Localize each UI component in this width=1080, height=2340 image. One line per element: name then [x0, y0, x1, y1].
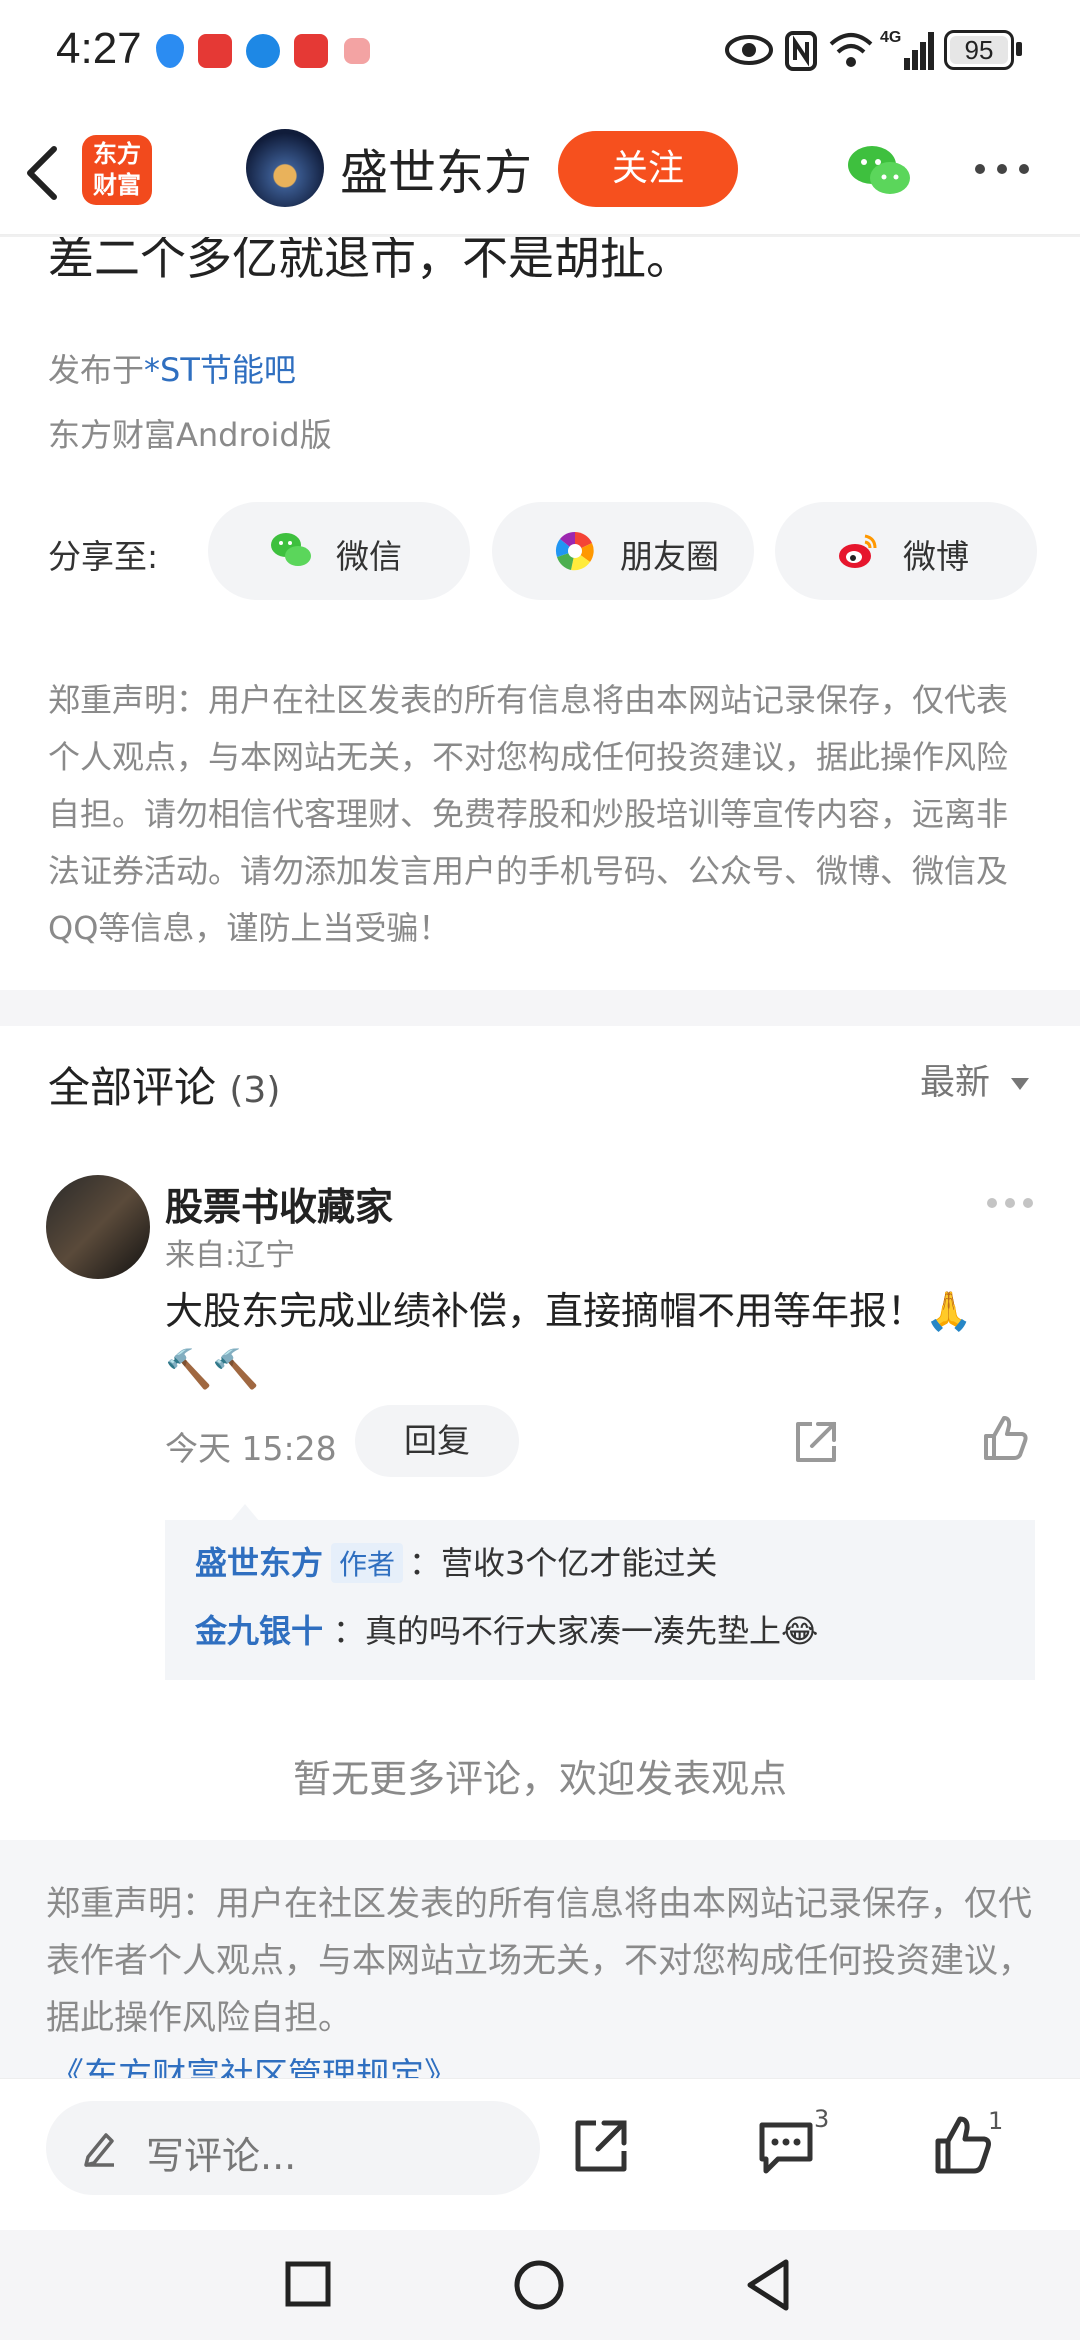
share-wechat-label: 微信: [336, 537, 402, 576]
disclaimer-bottom: 郑重声明：用户在社区发表的所有信息将由本网站记录保存，仅代表作者个人观点，与本网…: [46, 1884, 1032, 2038]
svg-text:4G: 4G: [880, 29, 901, 46]
reply-button[interactable]: 回复: [355, 1405, 519, 1477]
sub-reply[interactable]: 盛世东方 作者 ：营收3个亿才能过关: [195, 1538, 717, 1584]
follow-button[interactable]: 关注: [558, 131, 738, 207]
share-icon[interactable]: [572, 2117, 630, 2175]
comment-count-badge: 3: [814, 2105, 830, 2133]
weibo-icon: [839, 534, 877, 568]
logo-line1: 东方: [93, 140, 141, 168]
logo-line2: 财富: [93, 171, 141, 199]
share-moments-label: 朋友圈: [620, 537, 719, 576]
post-board-link[interactable]: *ST节能吧: [144, 351, 296, 389]
shield-app-icon: [156, 34, 184, 68]
author-name[interactable]: 盛世东方: [340, 133, 532, 203]
moments-icon: [555, 531, 594, 571]
published-prefix: 发布于: [48, 351, 145, 389]
nfc-icon: [785, 31, 817, 71]
bottom-action-bar: 写评论... 3 1: [0, 2078, 1080, 2230]
more-options-icon[interactable]: [972, 161, 1032, 177]
section-divider: [0, 990, 1080, 1026]
battery-level: 95: [964, 35, 994, 65]
share-weibo-label: 微博: [903, 537, 969, 576]
sort-dropdown[interactable]: 最新: [920, 1054, 1031, 1105]
comment-input[interactable]: 写评论...: [46, 2101, 540, 2195]
share-wechat-button[interactable]: 微信: [208, 502, 470, 600]
disclaimer-top: 郑重声明：用户在社区发表的所有信息将由本网站记录保存，仅代表个人观点，与本网站无…: [48, 681, 1009, 947]
back-icon[interactable]: [744, 2258, 794, 2312]
commenter-name[interactable]: 股票书收藏家: [165, 1176, 393, 1231]
wechat-share-icon[interactable]: [846, 143, 912, 199]
wechat-icon: [271, 533, 311, 566]
comment-like-icon[interactable]: [980, 1414, 1030, 1464]
commenter-avatar[interactable]: [46, 1175, 150, 1279]
like-count-badge: 1: [988, 2107, 1004, 2135]
wifi-icon: [829, 33, 873, 67]
back-arrow-icon[interactable]: [22, 145, 62, 201]
comments-count: (3): [229, 1070, 281, 1111]
like-icon[interactable]: [932, 2115, 994, 2177]
header-divider: [0, 235, 1080, 237]
pencil-icon: [84, 2133, 114, 2167]
eye-icon: [725, 35, 773, 65]
share-moments-button[interactable]: 朋友圈: [492, 502, 754, 600]
replies-box: 盛世东方 作者 ：营收3个亿才能过关 金九银十 ：真的吗不行大家凑一凑先垫上😂: [165, 1520, 1035, 1680]
sort-label: 最新: [920, 1063, 991, 1103]
comment-more-icon[interactable]: [986, 1196, 1034, 1210]
comments-title: 全部评论 (3): [48, 1054, 280, 1115]
author-tag: 作者: [331, 1543, 404, 1583]
sub-reply-name[interactable]: 盛世东方: [195, 1544, 323, 1582]
commenter-location: 来自:辽宁: [165, 1238, 296, 1273]
recents-icon[interactable]: [284, 2260, 332, 2308]
share-label: 分享至:: [48, 537, 159, 576]
browser-app-icon: [246, 34, 280, 68]
home-icon[interactable]: [512, 2258, 566, 2312]
battery-tip: [1016, 42, 1022, 56]
sub-reply-text: ：营收3个亿才能过关: [409, 1544, 718, 1582]
no-more-comments: 暂无更多评论，欢迎发表观点: [292, 1757, 787, 1801]
comment-icon[interactable]: [756, 2119, 816, 2175]
comment-text: 大股东完成业绩补偿，直接摘帽不用等年报！🙏🔨🔨: [165, 1289, 973, 1391]
sub-reply-name[interactable]: 金九银十: [195, 1612, 323, 1650]
eastmoney-logo[interactable]: 东方 财富: [82, 135, 152, 205]
share-weibo-button[interactable]: 微博: [775, 502, 1037, 600]
status-time: 4:27: [56, 24, 142, 73]
post-published-in: 发布于*ST节能吧: [48, 345, 296, 391]
caret-down-icon: [1011, 1078, 1030, 1090]
comment-time: 今天 15:28: [165, 1429, 337, 1468]
red-app-icon-2: [294, 34, 328, 68]
sub-reply-text: ：真的吗不行大家凑一凑先垫上😂: [333, 1612, 819, 1650]
comment-share-icon[interactable]: [792, 1418, 840, 1466]
reply-box-pointer: [230, 1504, 260, 1522]
comments-title-text: 全部评论: [48, 1063, 217, 1112]
battery-icon: 95: [944, 30, 1014, 70]
author-avatar[interactable]: [246, 129, 324, 207]
calendar-app-icon: [344, 38, 370, 64]
sub-reply[interactable]: 金九银十 ：真的吗不行大家凑一凑先垫上😂: [195, 1606, 818, 1652]
system-nav-bar: [0, 2230, 1080, 2340]
status-bar: 4:27 4G 95: [0, 0, 1080, 105]
top-header: 东方 财富 盛世东方 关注: [0, 105, 1080, 235]
red-app-icon: [198, 34, 232, 68]
cell-signal-icon: 4G: [880, 29, 934, 70]
comment-placeholder: 写评论...: [146, 2134, 297, 2178]
post-client: 东方财富Android版: [48, 416, 332, 454]
